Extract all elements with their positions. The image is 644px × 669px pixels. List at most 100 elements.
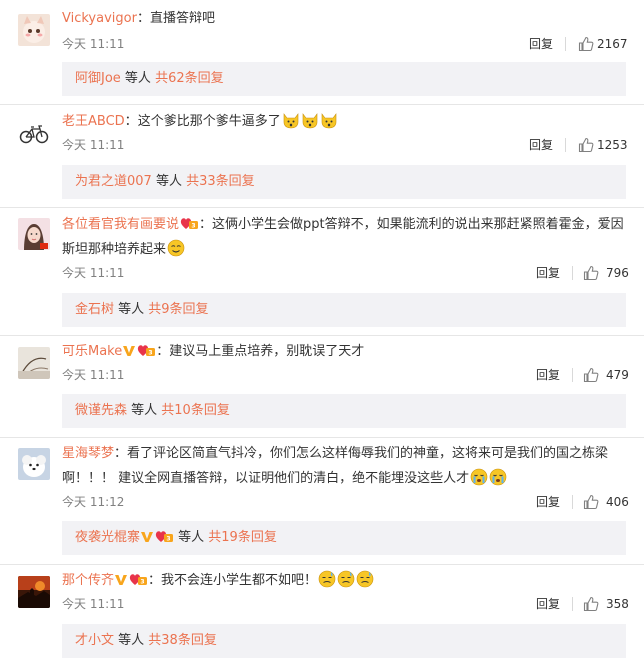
comment-meta: 今天 11:11 回复 358 [62,594,634,614]
username-link[interactable]: 各位看官我有画要说 [62,217,179,232]
reply-usernames[interactable]: 为君之道007 [75,174,152,189]
shocked-cat-emoji-icon [302,113,318,129]
sweat-emoji-icon [318,570,336,588]
more-replies-box[interactable]: 为君之道007 等人 共33条回复 [62,165,626,199]
comment-body-line2: 啊！！！ 建议全网直播答辩，以证明他们的清白，绝不能埋没这些人才 [62,471,470,486]
avatar[interactable] [18,14,50,46]
reply-usernames[interactable]: 微谨先森 [75,403,127,418]
reply-count-link[interactable]: 共19条回复 [208,530,277,545]
timestamp: 今天 11:12 [62,495,125,509]
divider [572,495,573,509]
more-replies-box[interactable]: 阿御Joe 等人 共62条回复 [62,62,626,96]
username-link[interactable]: Vickyavigor [62,11,137,26]
reply-count-link[interactable]: 共62条回复 [155,71,224,86]
comment-text: Vickyavigor：直播答辩吧 [62,6,634,31]
comment-body: 我不会连小学生都不如吧！ [161,573,318,588]
reply-count-link[interactable]: 共10条回复 [161,403,230,418]
reply-usernames[interactable]: 夜袭光棍寨 [75,530,140,545]
svg-text:3: 3 [191,223,195,230]
more-replies-box[interactable]: 微谨先森 等人 共10条回复 [62,394,626,428]
timestamp: 今天 11:11 [62,138,125,152]
thumbs-up-icon[interactable] [583,596,599,612]
reply-count-link[interactable]: 共33条回复 [186,174,255,189]
like-count: 2167 [597,37,628,51]
comment-body: 这俩小学生会做ppt答辩不，如果能流利的说出来那赶紧照着霍金，爱因 [212,217,624,232]
fan-badge-icon[interactable]: 3 [128,572,148,586]
username-link[interactable]: 那个传齐 [62,573,114,588]
divider [0,335,644,336]
reply-button[interactable]: 回复 [536,492,560,512]
divider [572,597,573,611]
divider [0,104,644,105]
comment-meta: 今天 11:11 回复 796 [62,263,634,283]
reply-usernames[interactable]: 才小文 [75,633,114,648]
reply-button[interactable]: 回复 [536,263,560,283]
reply-button[interactable]: 回复 [536,365,560,385]
thumbs-up-icon[interactable] [583,367,599,383]
timestamp: 今天 11:11 [62,368,125,382]
timestamp: 今天 11:11 [62,597,125,611]
username-link[interactable]: 老王ABCD [62,114,125,129]
reply-etc: 等人 [114,633,149,648]
username-link[interactable]: 星海琴梦 [62,446,114,461]
reply-usernames[interactable]: 金石树 [75,302,114,317]
like-count: 358 [606,597,629,611]
colon: ： [199,217,213,232]
fan-badge-icon[interactable]: 3 [136,343,156,357]
more-replies-box[interactable]: 夜袭光棍寨 3 等人 共19条回复 [62,521,626,555]
reply-button[interactable]: 回复 [529,135,553,155]
divider [0,564,644,565]
divider [0,207,644,208]
divider [0,437,644,438]
avatar[interactable] [18,117,50,149]
reply-usernames[interactable]: 阿御Joe [75,71,121,86]
comment-body: 直播答辩吧 [149,11,215,26]
thumbs-up-icon[interactable] [583,265,599,281]
username-link[interactable]: 可乐Make [62,344,122,359]
colon: ： [124,114,138,129]
vip-v-icon[interactable] [122,345,136,357]
fan-badge-icon: 3 [155,531,174,543]
comment-text: 可乐Make 3 ：建议马上重点培养，别耽误了天才 [62,339,634,364]
reply-count-link[interactable]: 共9条回复 [148,302,208,317]
comment-meta: 今天 11:11 回复 1253 [62,135,634,155]
comment-body: 建议马上重点培养，别耽误了天才 [169,344,365,359]
comment-meta: 今天 11:12 回复 406 [62,492,634,512]
divider [565,37,566,51]
reply-count-link[interactable]: 共38条回复 [148,633,217,648]
comment-text: 星海琴梦：看了评论区简直气抖冷，你们怎么这样侮辱我们的神童，这将来可是我们的国之… [62,441,634,491]
comment-body: 看了评论区简直气抖冷，你们怎么这样侮辱我们的神童，这将来可是我们的国之栋梁 [127,446,609,461]
avatar[interactable] [18,576,50,608]
avatar[interactable] [18,448,50,480]
like-count: 406 [606,495,629,509]
comment-text: 那个传齐 3 ：我不会连小学生都不如吧！ [62,568,634,593]
crying-emoji-icon [470,468,488,486]
thumbs-up-icon[interactable] [578,36,594,52]
divider [572,266,573,280]
reply-etc: 等人 [127,403,162,418]
fan-badge-icon[interactable]: 3 [179,216,199,230]
colon: ： [156,344,170,359]
divider [565,138,566,152]
more-replies-box[interactable]: 才小文 等人 共38条回复 [62,624,626,658]
thumbs-up-icon[interactable] [578,137,594,153]
vip-v-icon[interactable] [114,574,128,586]
colon: ： [114,446,128,461]
comment-text: 各位看官我有画要说 3 ：这俩小学生会做ppt答辩不，如果能流利的说出来那赶紧照着霍… [62,212,634,262]
shocked-cat-emoji-icon [283,113,299,129]
comment-text: 老王ABCD：这个爹比那个爹牛逼多了 [62,109,634,134]
more-replies-box[interactable]: 金石树 等人 共9条回复 [62,293,626,327]
sweat-emoji-icon [337,570,355,588]
reply-button[interactable]: 回复 [536,594,560,614]
avatar[interactable] [18,347,50,379]
thumbs-up-icon[interactable] [583,494,599,510]
sweat-emoji-icon [356,570,374,588]
svg-text:3: 3 [140,579,144,586]
reply-button[interactable]: 回复 [529,34,553,54]
reply-etc: 等人 [114,302,149,317]
vip-v-icon [141,532,154,542]
avatar[interactable] [18,218,50,250]
svg-text:3: 3 [149,350,153,357]
reply-etc: 等人 [120,71,156,86]
timestamp: 今天 11:11 [62,266,125,280]
